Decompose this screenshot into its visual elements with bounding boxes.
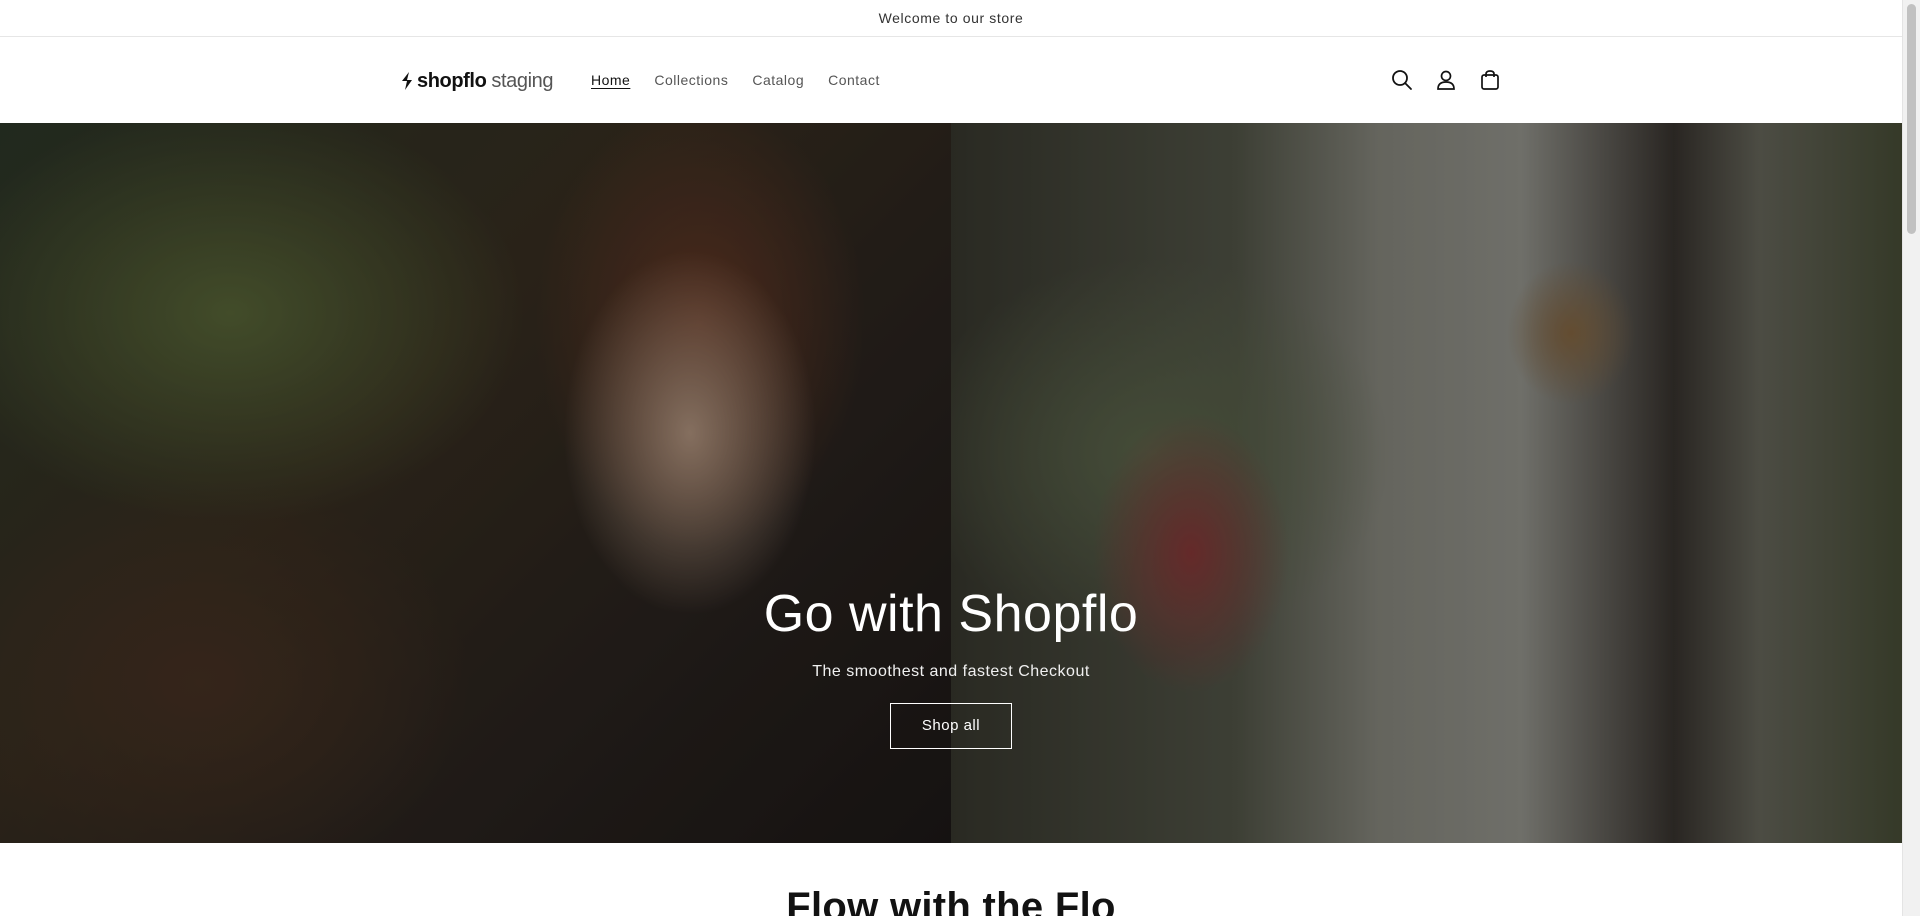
hero-title: Go with Shopflo	[763, 585, 1139, 643]
cart-icon[interactable]	[1478, 68, 1502, 92]
scrollbar-thumb[interactable]	[1907, 4, 1916, 234]
nav-link-home[interactable]: Home	[591, 70, 630, 90]
nav-link-contact[interactable]: Contact	[828, 70, 880, 90]
section-heading: Flow with the Flo	[786, 885, 1116, 916]
header-icons	[1390, 68, 1502, 92]
logo-env: staging	[491, 69, 554, 92]
logo-mark-icon	[402, 72, 412, 90]
hero-content: Go with Shopflo The smoothest and fastes…	[0, 583, 1902, 749]
site-header: shopflo staging Home Collections Catalog…	[0, 37, 1902, 123]
announcement-bar: Welcome to our store	[0, 0, 1902, 37]
announcement-text: Welcome to our store	[878, 10, 1024, 26]
logo-brand: shopflo	[417, 69, 487, 92]
hero-subtitle: The smoothest and fastest Checkout	[812, 663, 1090, 680]
page-scrollbar[interactable]	[1902, 0, 1920, 916]
shop-all-button[interactable]: Shop all	[890, 703, 1012, 749]
nav-link-collections[interactable]: Collections	[654, 70, 728, 90]
search-icon[interactable]	[1390, 68, 1414, 92]
main-nav: Home Collections Catalog Contact	[591, 70, 904, 90]
hero-banner: Go with Shopflo The smoothest and fastes…	[0, 123, 1902, 843]
nav-link-catalog[interactable]: Catalog	[752, 70, 804, 90]
account-icon[interactable]	[1434, 68, 1458, 92]
store-logo[interactable]: shopflo staging	[400, 69, 554, 93]
